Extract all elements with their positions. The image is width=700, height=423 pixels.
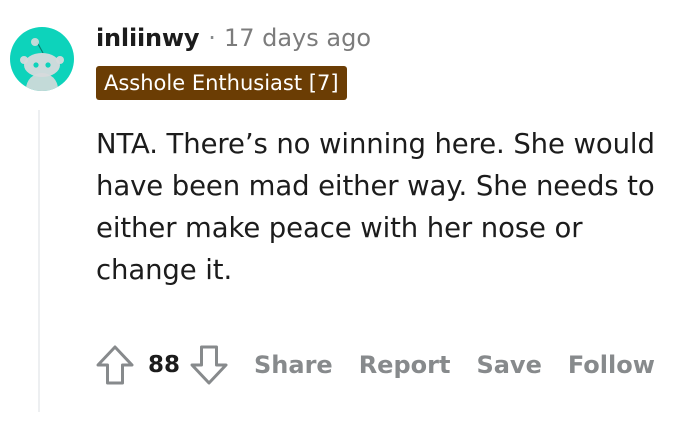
username-link[interactable]: inliinwy <box>96 24 199 52</box>
snoo-icon <box>20 38 64 91</box>
report-button[interactable]: Report <box>359 351 451 379</box>
share-button[interactable]: Share <box>254 351 333 379</box>
user-flair: Asshole Enthusiast [7] <box>96 66 347 100</box>
vote-score: 88 <box>148 352 181 378</box>
header-separator: · <box>208 24 216 52</box>
follow-button[interactable]: Follow <box>568 351 655 379</box>
comment-actions: 88 Share Report Save Follow <box>90 340 655 390</box>
comment-timestamp[interactable]: 17 days ago <box>224 24 371 52</box>
comment-body: NTA. There’s no winning here. She would … <box>96 128 655 286</box>
save-button[interactable]: Save <box>476 351 541 379</box>
user-avatar[interactable] <box>10 27 74 91</box>
comment-header: inliinwy · 17 days ago <box>96 20 371 56</box>
downvote-icon[interactable] <box>184 340 234 390</box>
thread-line[interactable] <box>38 110 40 412</box>
upvote-icon[interactable] <box>90 340 140 390</box>
